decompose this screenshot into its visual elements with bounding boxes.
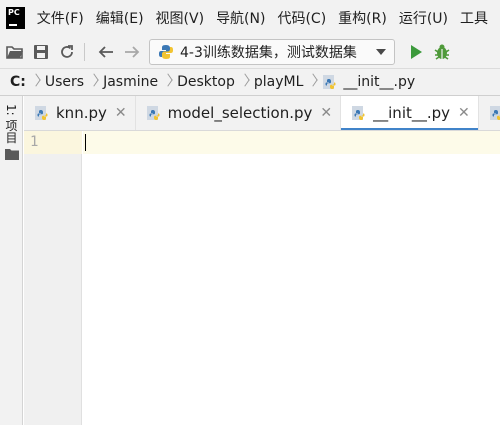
tab-label: knn.py bbox=[56, 104, 107, 122]
python-icon bbox=[159, 45, 173, 59]
python-file-icon bbox=[352, 106, 365, 120]
left-tool-strip: 1: 项目 bbox=[0, 96, 23, 425]
chevron-right-icon bbox=[241, 72, 248, 92]
close-icon[interactable]: ✕ bbox=[320, 105, 332, 121]
close-icon[interactable]: ✕ bbox=[458, 105, 470, 121]
editor-gutter: 1 bbox=[24, 131, 82, 425]
breadcrumb-file[interactable]: __init__.py bbox=[322, 74, 415, 90]
tab-label: __init__.py bbox=[373, 104, 451, 122]
pycharm-logo-icon: PC bbox=[6, 7, 25, 29]
menu-refactor[interactable]: 重构(R) bbox=[338, 8, 387, 28]
python-file-icon bbox=[323, 75, 336, 89]
run-configuration-select[interactable]: 4-3训练数据集，测试数据集 bbox=[149, 39, 395, 65]
chevron-right-icon bbox=[164, 72, 171, 92]
open-folder-icon[interactable] bbox=[4, 41, 26, 63]
breadcrumb: C: Users Jasmine Desktop playML __init__… bbox=[0, 68, 500, 96]
debug-icon[interactable] bbox=[431, 41, 453, 63]
code-editor[interactable] bbox=[83, 131, 500, 425]
chevron-right-icon bbox=[90, 72, 97, 92]
menu-edit[interactable]: 编辑(E) bbox=[96, 8, 144, 28]
save-icon[interactable] bbox=[30, 41, 52, 63]
current-line-highlight bbox=[83, 131, 500, 154]
tab-knn[interactable]: knn.py ✕ bbox=[24, 96, 136, 130]
breadcrumb-file-label: __init__.py bbox=[343, 74, 416, 90]
forward-arrow-icon[interactable] bbox=[121, 41, 143, 63]
editor-tabs: knn.py ✕ model_selection.py ✕ __init__.p… bbox=[24, 96, 500, 131]
tab-init[interactable]: __init__.py ✕ bbox=[341, 96, 479, 130]
python-file-icon bbox=[146, 106, 160, 120]
menu-bar: PC 文件(F) 编辑(E) 视图(V) 导航(N) 代码(C) 重构(R) 运… bbox=[0, 0, 500, 36]
chevron-right-icon bbox=[309, 72, 316, 92]
project-tool-label: 1: 项目 bbox=[4, 104, 18, 144]
breadcrumb-desktop[interactable]: Desktop bbox=[177, 74, 235, 90]
breadcrumb-drive[interactable]: C: bbox=[10, 74, 26, 90]
folder-icon bbox=[4, 148, 19, 160]
text-caret bbox=[85, 134, 86, 151]
breadcrumb-jasmine[interactable]: Jasmine bbox=[103, 74, 158, 90]
breadcrumb-users[interactable]: Users bbox=[45, 74, 84, 90]
close-icon[interactable]: ✕ bbox=[115, 105, 127, 121]
run-icon[interactable] bbox=[405, 41, 427, 63]
line-number: 1 bbox=[30, 134, 39, 150]
menu-navigate[interactable]: 导航(N) bbox=[216, 8, 265, 28]
chevron-right-icon bbox=[32, 72, 39, 92]
menu-run[interactable]: 运行(U) bbox=[399, 8, 448, 28]
toolbar-divider bbox=[84, 43, 85, 61]
menu-file[interactable]: 文件(F) bbox=[37, 8, 84, 28]
menu-view[interactable]: 视图(V) bbox=[156, 8, 205, 28]
tab-label: model_selection.py bbox=[167, 104, 313, 122]
tab-model-selection[interactable]: model_selection.py ✕ bbox=[136, 96, 342, 130]
chevron-down-icon bbox=[376, 49, 386, 55]
tab-4-1[interactable]: 4-1 bbox=[479, 96, 500, 130]
menu-code[interactable]: 代码(C) bbox=[277, 8, 326, 28]
back-arrow-icon[interactable] bbox=[95, 41, 117, 63]
notebook-file-icon bbox=[489, 106, 500, 120]
run-configuration-label: 4-3训练数据集，测试数据集 bbox=[180, 45, 357, 61]
menu-tools[interactable]: 工具 bbox=[460, 8, 488, 28]
toolbar: 4-3训练数据集，测试数据集 bbox=[0, 36, 500, 68]
breadcrumb-playml[interactable]: playML bbox=[254, 74, 304, 90]
python-file-icon bbox=[35, 106, 48, 120]
project-tool-button[interactable]: 1: 项目 bbox=[2, 104, 21, 164]
sync-icon[interactable] bbox=[56, 41, 78, 63]
